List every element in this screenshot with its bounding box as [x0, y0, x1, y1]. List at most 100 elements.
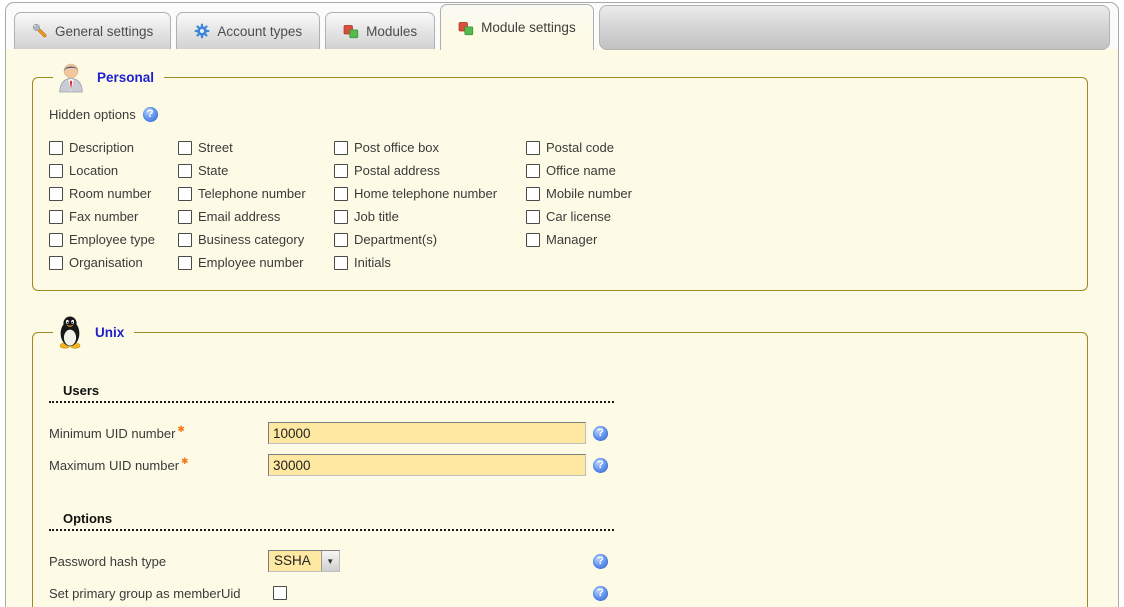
checkbox[interactable]: [178, 164, 192, 178]
checkbox[interactable]: [334, 187, 348, 201]
checkbox[interactable]: [334, 141, 348, 155]
options-section-title: Options: [63, 511, 112, 526]
checkbox[interactable]: [526, 210, 540, 224]
hidden-option-item: Fax number: [49, 209, 178, 224]
personal-legend-label: Personal: [97, 70, 154, 85]
field-label-box: Maximum UID number: [49, 458, 268, 473]
checkbox-label: Home telephone number: [354, 186, 497, 201]
help-icon[interactable]: [143, 107, 158, 122]
checkbox-label: Fax number: [69, 209, 138, 224]
hidden-option-item: Car license: [526, 209, 1073, 224]
checkbox[interactable]: [49, 164, 63, 178]
users-section-header: Users: [49, 383, 614, 403]
required-icon: [177, 424, 185, 434]
unix-fieldset: Unix Users Minimum UID number Maximum UID…: [32, 315, 1088, 607]
users-section-title: Users: [63, 383, 99, 398]
options-section-header: Options: [49, 511, 614, 531]
hidden-option-item: Employee type: [49, 232, 178, 247]
hidden-option-item: Mobile number: [526, 186, 1073, 201]
tux-icon: [55, 315, 85, 349]
checkbox[interactable]: [178, 256, 192, 270]
checkbox[interactable]: [526, 164, 540, 178]
tab-label: General settings: [55, 24, 153, 39]
hidden-option-item: Department(s): [334, 232, 526, 247]
uid-field-row: Maximum UID number: [49, 453, 1073, 477]
checkbox[interactable]: [334, 256, 348, 270]
personal-fieldset: Personal Hidden options Description Stree…: [32, 61, 1088, 291]
hidden-option-item: Employee number: [178, 255, 334, 270]
help-icon[interactable]: [593, 554, 608, 569]
checkbox-label: Post office box: [354, 140, 439, 155]
checkbox-label: Employee number: [198, 255, 304, 270]
tab-general-settings[interactable]: General settings: [14, 12, 171, 49]
hidden-option-item: Manager: [526, 232, 1073, 247]
modules-icon: [458, 20, 474, 36]
modules-icon: [343, 23, 359, 39]
field-label: Minimum UID number: [49, 426, 175, 441]
help-icon[interactable]: [593, 458, 608, 473]
checkbox[interactable]: [178, 233, 192, 247]
tab-label: Module settings: [481, 20, 576, 35]
hidden-option-item: Description: [49, 140, 178, 155]
checkbox-label: Description: [69, 140, 134, 155]
checkbox[interactable]: [526, 187, 540, 201]
checkbox[interactable]: [49, 210, 63, 224]
tab-bar-filler: [599, 5, 1110, 50]
checkbox-label: Street: [198, 140, 233, 155]
hidden-option-item: Initials: [334, 255, 526, 270]
password-hash-select[interactable]: SSHA: [268, 550, 340, 572]
hidden-option-item: Postal code: [526, 140, 1073, 155]
field-control: [268, 454, 593, 476]
hidden-option-item: Postal address: [334, 163, 526, 178]
tab-account-types[interactable]: Account types: [176, 12, 320, 49]
field-control: [268, 422, 593, 444]
hidden-option-item: Office name: [526, 163, 1073, 178]
checkbox[interactable]: [49, 187, 63, 201]
hidden-option-item: Room number: [49, 186, 178, 201]
checkbox[interactable]: [526, 141, 540, 155]
checkbox[interactable]: [334, 210, 348, 224]
checkbox-label: Office name: [546, 163, 616, 178]
checkbox-label: Location: [69, 163, 118, 178]
checkbox-label: Organisation: [69, 255, 143, 270]
password-hash-label: Password hash type: [49, 554, 166, 569]
help-icon[interactable]: [593, 586, 608, 601]
checkbox-label: Mobile number: [546, 186, 632, 201]
checkbox[interactable]: [334, 233, 348, 247]
checkbox-label: Employee type: [69, 232, 155, 247]
password-hash-control: SSHA: [268, 550, 593, 572]
hidden-option-item: Business category: [178, 232, 334, 247]
required-icon: [181, 456, 189, 466]
unix-legend: Unix: [53, 315, 134, 349]
member-uid-label-box: Set primary group as memberUid: [49, 586, 268, 601]
checkbox[interactable]: [178, 210, 192, 224]
checkbox-label: Telephone number: [198, 186, 306, 201]
checkbox[interactable]: [526, 233, 540, 247]
uid-field-row: Minimum UID number: [49, 421, 1073, 445]
tab-module-settings[interactable]: Module settings: [440, 4, 594, 50]
tab-label: Account types: [217, 24, 302, 39]
hidden-option-item: Post office box: [334, 140, 526, 155]
checkbox[interactable]: [49, 141, 63, 155]
member-uid-checkbox[interactable]: [273, 586, 287, 600]
checkbox[interactable]: [49, 233, 63, 247]
checkbox[interactable]: [178, 187, 192, 201]
checkbox[interactable]: [49, 256, 63, 270]
tab-modules[interactable]: Modules: [325, 12, 435, 49]
checkbox[interactable]: [334, 164, 348, 178]
checkbox-label: Manager: [546, 232, 597, 247]
minimum-uid-input[interactable]: [268, 422, 586, 444]
checkbox-label: Department(s): [354, 232, 437, 247]
hidden-option-item: Location: [49, 163, 178, 178]
password-hash-selected-value: SSHA: [269, 551, 321, 571]
checkbox[interactable]: [178, 141, 192, 155]
checkbox-label: Postal code: [546, 140, 614, 155]
hidden-option-item: State: [178, 163, 334, 178]
chevron-down-icon: [321, 551, 339, 571]
help-icon[interactable]: [593, 426, 608, 441]
hidden-options-label: Hidden options: [49, 107, 136, 122]
checkbox-label: Job title: [354, 209, 399, 224]
maximum-uid-input[interactable]: [268, 454, 586, 476]
password-hash-label-box: Password hash type: [49, 554, 268, 569]
hidden-option-item: Telephone number: [178, 186, 334, 201]
